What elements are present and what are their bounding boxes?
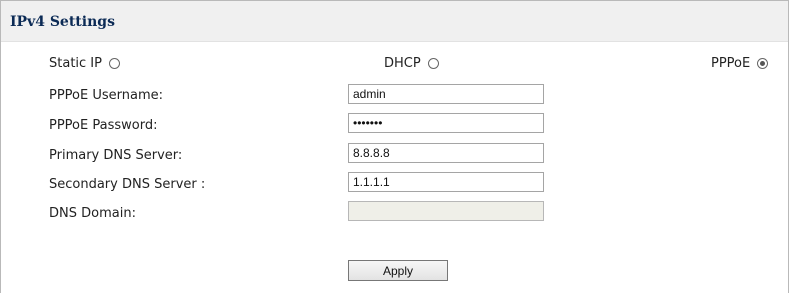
connection-mode-row: Static IP DHCP PPPoE: [1, 56, 788, 76]
secondary-dns-label: Secondary DNS Server :: [49, 177, 206, 192]
mode-label-dhcp: DHCP: [384, 56, 421, 71]
pppoe-radio[interactable]: [757, 58, 769, 69]
mode-option-pppoe[interactable]: PPPoE: [711, 56, 769, 71]
dns-domain-input: [348, 201, 544, 221]
dhcp-radio[interactable]: [427, 58, 439, 69]
mode-label-static-ip: Static IP: [49, 56, 102, 71]
primary-dns-input[interactable]: [348, 143, 544, 163]
secondary-dns-input[interactable]: [348, 172, 544, 192]
dns-domain-label: DNS Domain:: [49, 206, 136, 221]
apply-button[interactable]: Apply: [348, 260, 448, 281]
pppoe-password-input[interactable]: [348, 113, 544, 133]
pppoe-username-label: PPPoE Username:: [49, 88, 164, 103]
pppoe-password-label: PPPoE Password:: [49, 118, 158, 133]
mode-label-pppoe: PPPoE: [711, 56, 751, 71]
section-header: IPv4 Settings: [1, 1, 788, 42]
ipv4-settings-panel: IPv4 Settings Static IP DHCP PPPoE PPPoE…: [0, 0, 789, 293]
pppoe-username-input[interactable]: [348, 84, 544, 104]
primary-dns-label: Primary DNS Server:: [49, 148, 183, 163]
static-ip-radio[interactable]: [108, 58, 120, 69]
mode-option-static-ip[interactable]: Static IP: [49, 56, 120, 71]
section-title: IPv4 Settings: [10, 14, 115, 30]
mode-option-dhcp[interactable]: DHCP: [384, 56, 439, 71]
